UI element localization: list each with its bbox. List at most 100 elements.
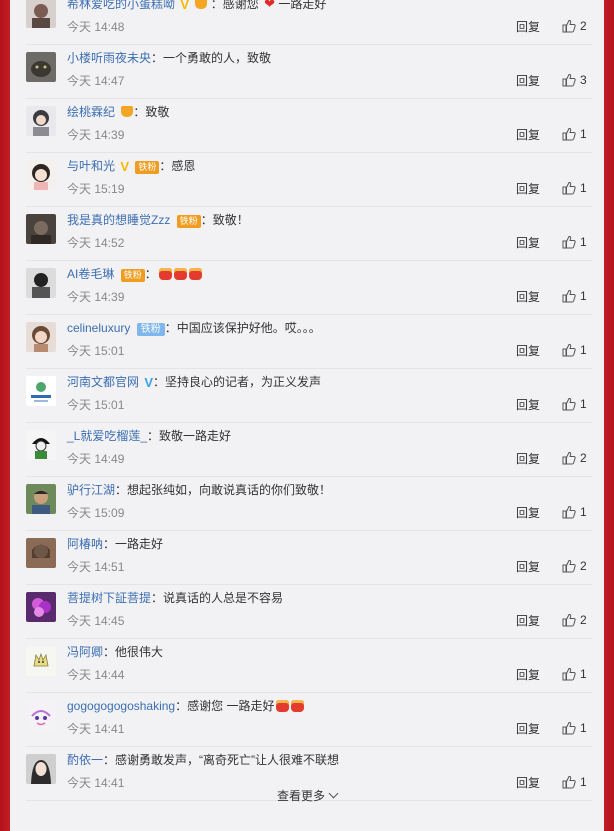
like-count: 1 <box>580 775 587 789</box>
like-button[interactable]: 1 <box>562 126 587 142</box>
comment-item: gogogogogoshaking：感谢您 一路走好 今天 14:41 回复 1 <box>26 693 592 747</box>
comment-text: ：感恩 <box>159 159 196 173</box>
like-button[interactable]: 2 <box>562 450 587 466</box>
like-button[interactable]: 1 <box>562 180 587 196</box>
like-button[interactable]: 2 <box>562 612 587 628</box>
reply-button[interactable]: 回复 <box>516 397 540 413</box>
like-button[interactable]: 1 <box>562 720 587 736</box>
thumb-up-icon <box>562 19 576 33</box>
commenter-name[interactable]: 菩提树下証菩提 <box>67 591 151 605</box>
comment-time: 今天 14:48 <box>67 20 125 34</box>
avatar[interactable] <box>26 0 56 28</box>
thumb-up-icon <box>562 505 576 519</box>
comment-text: ：致敬！ <box>200 213 249 227</box>
avatar[interactable] <box>26 592 56 622</box>
like-count: 3 <box>580 73 587 87</box>
reply-button[interactable]: 回复 <box>516 343 540 359</box>
comment-time: 今天 15:01 <box>67 344 125 358</box>
commenter-name[interactable]: 冯阿卿 <box>67 645 103 659</box>
avatar[interactable] <box>26 754 56 784</box>
like-button[interactable]: 1 <box>562 666 587 682</box>
avatar[interactable] <box>26 484 56 514</box>
like-button[interactable]: 1 <box>562 234 587 250</box>
comment-text: ：一个勇敢的人，致敬 <box>151 51 272 65</box>
avatar[interactable] <box>26 214 56 244</box>
comment-text: ：想起张纯如，向敢说真话的你们致敬！ <box>115 483 332 497</box>
comment-text: ：他很伟大 <box>103 645 164 659</box>
commenter-name[interactable]: 驴行江湖 <box>67 483 115 497</box>
commenter-name[interactable]: 小楼听雨夜未央 <box>67 51 151 65</box>
comment-item: 菩提树下証菩提：说真话的人总是不容易 今天 14:45 回复 2 <box>26 585 592 639</box>
reply-button[interactable]: 回复 <box>516 181 540 197</box>
reply-button[interactable]: 回复 <box>516 73 540 89</box>
commenter-name[interactable]: 阿椿呐 <box>67 537 103 551</box>
thumb-up-icon <box>562 775 576 789</box>
thumb-up-icon <box>562 73 576 87</box>
reply-button[interactable]: 回复 <box>516 235 540 251</box>
avatar[interactable] <box>26 160 56 190</box>
like-button[interactable]: 2 <box>562 558 587 574</box>
avatar[interactable] <box>26 430 56 460</box>
candle-icon <box>158 268 172 280</box>
commenter-name[interactable]: _L就爱吃榴莲_ <box>67 429 147 443</box>
like-count: 2 <box>580 451 587 465</box>
view-more-button[interactable]: 查看更多 <box>10 788 604 826</box>
vip-v-icon: V <box>180 0 190 12</box>
view-more-label: 查看更多 <box>276 789 325 803</box>
avatar[interactable] <box>26 646 56 676</box>
reply-button[interactable]: 回复 <box>516 721 540 737</box>
crown-icon <box>195 0 208 9</box>
commenter-name[interactable]: AI卷毛琳 <box>67 267 114 281</box>
comment-item: _L就爱吃榴莲_：致敬一路走好 今天 14:49 回复 2 <box>26 423 592 477</box>
comment-text-suffix: 一路走好 <box>278 0 327 11</box>
thumb-up-icon <box>562 343 576 357</box>
reply-button[interactable]: 回复 <box>516 613 540 629</box>
reply-button[interactable]: 回复 <box>516 451 540 467</box>
commenter-name[interactable]: gogogogogoshaking <box>67 699 175 713</box>
reply-button[interactable]: 回复 <box>516 505 540 521</box>
like-button[interactable]: 3 <box>562 72 587 88</box>
comment-item: 小楼听雨夜未央：一个勇敢的人，致敬 今天 14:47 回复 3 <box>26 45 592 99</box>
reply-button[interactable]: 回复 <box>516 19 540 35</box>
avatar[interactable] <box>26 376 56 406</box>
fan-badge: 铁粉 <box>135 161 160 174</box>
reply-button[interactable]: 回复 <box>516 127 540 143</box>
avatar[interactable] <box>26 700 56 730</box>
like-button[interactable]: 1 <box>562 504 587 520</box>
candle-icon <box>173 268 187 280</box>
comment-panel: 希林爱吃的小蛋糕呦 V ：感谢您 ❤ 一路走好 今天 14:48 回复 2 小楼… <box>10 0 604 831</box>
comment-item: 阿椿呐：一路走好 今天 14:51 回复 2 <box>26 531 592 585</box>
commenter-name[interactable]: 希林爱吃的小蛋糕呦 <box>67 0 175 11</box>
commenter-name[interactable]: 我是真的想睡觉Zzz <box>67 213 170 227</box>
commenter-name[interactable]: 与叶和光 <box>67 159 115 173</box>
comment-time: 今天 14:44 <box>67 668 125 682</box>
comment-item: 我是真的想睡觉Zzz 铁粉 ：致敬！ 今天 14:52 回复 1 <box>26 207 592 261</box>
reply-button[interactable]: 回复 <box>516 559 540 575</box>
avatar[interactable] <box>26 322 56 352</box>
like-button[interactable]: 1 <box>562 288 587 304</box>
commenter-name[interactable]: 绘桃霖纪 <box>67 105 115 119</box>
fan-badge: 铁粉 <box>120 269 145 282</box>
comment-time: 今天 14:52 <box>67 236 125 250</box>
comment-text: ：感谢您 <box>210 0 259 11</box>
avatar[interactable] <box>26 538 56 568</box>
commenter-name[interactable]: 河南文都官网 <box>67 375 139 389</box>
like-count: 1 <box>580 289 587 303</box>
comment-text: ：中国应该保护好他。哎。。。 <box>164 321 321 335</box>
avatar[interactable] <box>26 106 56 136</box>
avatar[interactable] <box>26 52 56 82</box>
commenter-name[interactable]: 酌依一 <box>67 753 103 767</box>
reply-button[interactable]: 回复 <box>516 667 540 683</box>
thumb-up-icon <box>562 451 576 465</box>
thumb-up-icon <box>562 613 576 627</box>
avatar[interactable] <box>26 268 56 298</box>
like-button[interactable]: 1 <box>562 342 587 358</box>
verified-v-icon: V <box>144 375 154 390</box>
like-count: 1 <box>580 181 587 195</box>
like-button[interactable]: 1 <box>562 396 587 412</box>
commenter-name[interactable]: celineluxury <box>67 321 130 335</box>
thumb-up-icon <box>562 397 576 411</box>
comment-text: ：致敬一路走好 <box>147 429 232 443</box>
like-button[interactable]: 2 <box>562 18 587 34</box>
reply-button[interactable]: 回复 <box>516 289 540 305</box>
